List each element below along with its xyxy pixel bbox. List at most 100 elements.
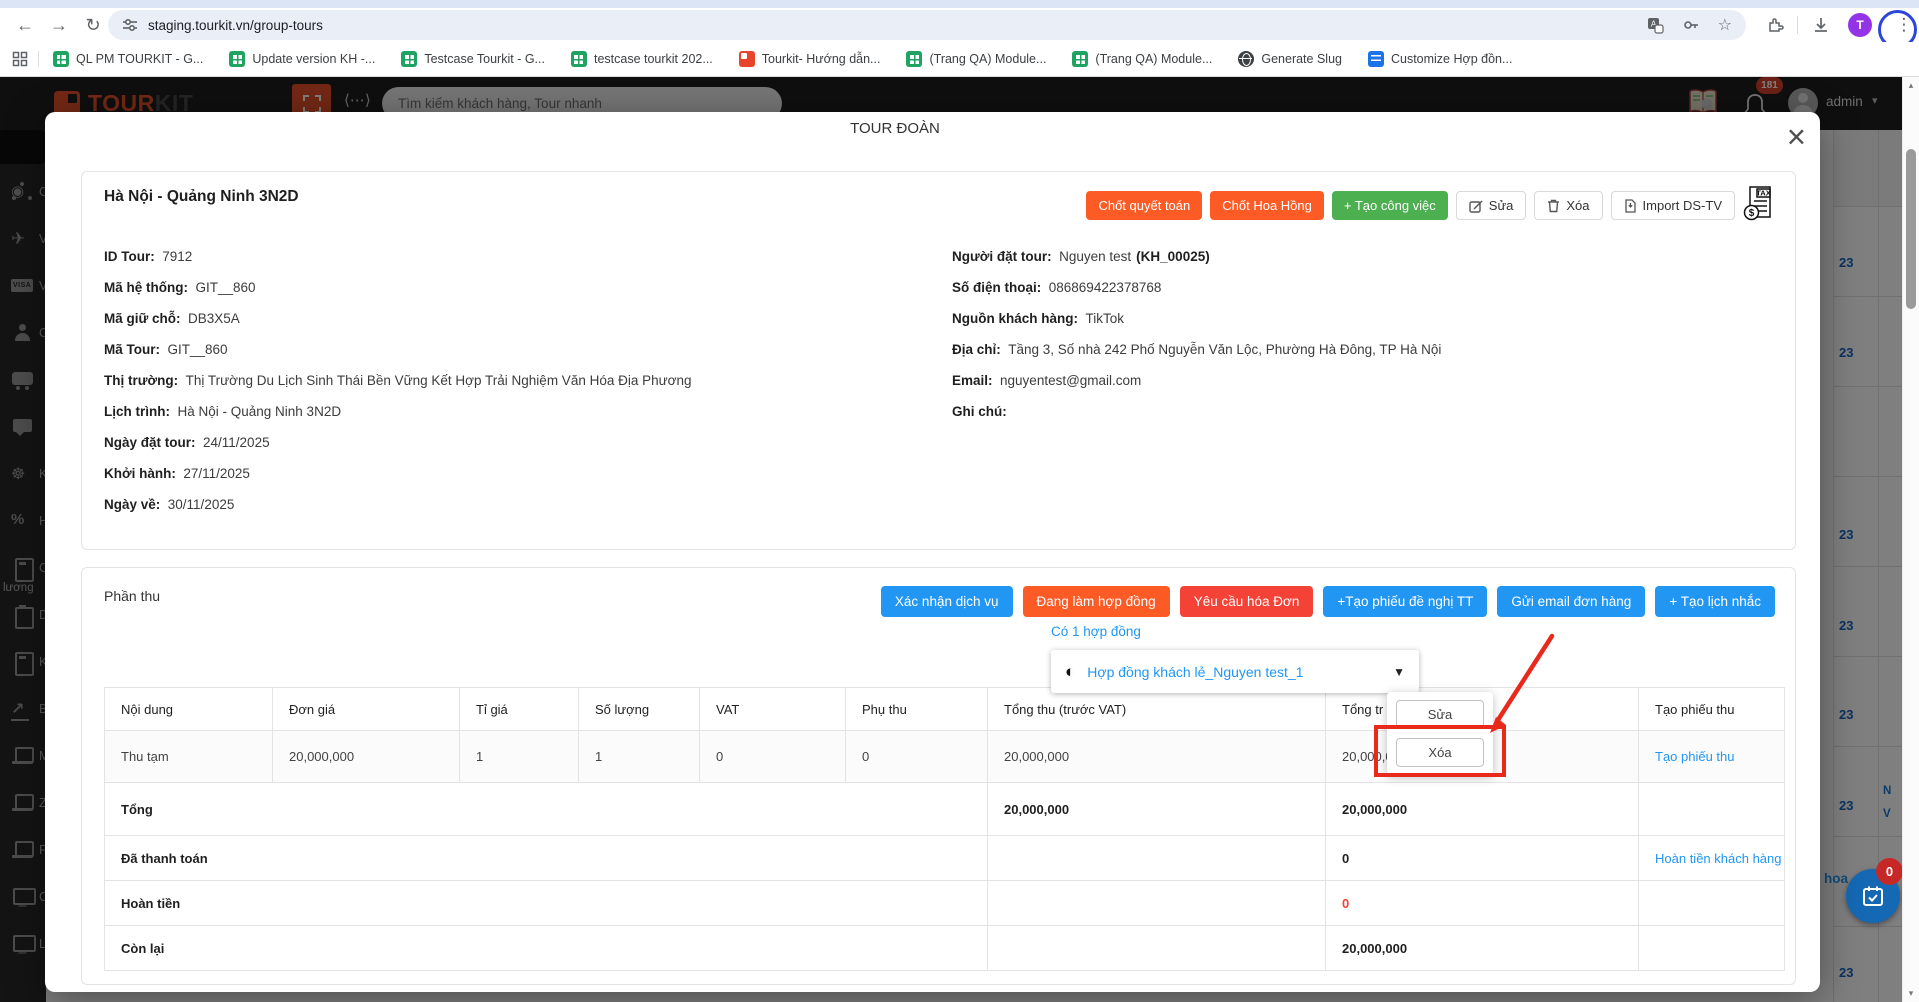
chevron-down-icon[interactable]: ▼ bbox=[1393, 665, 1405, 679]
field-value: Thị Trường Du Lịch Sinh Thái Bền Vững Kế… bbox=[186, 373, 692, 388]
back-icon[interactable]: ← bbox=[8, 8, 42, 42]
bookmark[interactable]: Tourkit- Hướng dẫn... bbox=[739, 51, 881, 67]
bookmark[interactable]: Generate Slug bbox=[1238, 51, 1342, 67]
bookmark[interactable]: testcase tourkit 202... bbox=[571, 51, 713, 67]
settle-button[interactable]: Chốt quyết toán bbox=[1086, 191, 1202, 220]
cell-unit-price: 20,000,000 bbox=[273, 731, 460, 783]
field-label: Số điện thoại bbox=[952, 280, 1049, 295]
bookmark-favicon bbox=[229, 51, 245, 67]
bookmark[interactable]: QL PM TOURKIT - G... bbox=[53, 51, 203, 67]
scrollbar-up-icon[interactable]: ▴ bbox=[1903, 80, 1919, 91]
bookmarks-bar: QL PM TOURKIT - G... Update version KH -… bbox=[0, 42, 1919, 77]
field-value-bold: (KH_00025) bbox=[1136, 249, 1210, 264]
scrollbar-thumb[interactable] bbox=[1906, 149, 1916, 309]
tour-fields-right: Người đặt tourNguyen test(KH_00025) Số đ… bbox=[952, 250, 1446, 436]
summary-label: Còn lại bbox=[105, 926, 988, 971]
revenue-action-button[interactable]: Yêu cầu hóa Đơn bbox=[1180, 586, 1314, 617]
bookmark[interactable]: (Trang QA) Module... bbox=[1072, 51, 1212, 67]
field-label: Ngày về bbox=[104, 497, 168, 512]
browser-scrollbar[interactable]: ▴ ▾ bbox=[1902, 77, 1919, 1002]
bookmark-favicon bbox=[739, 51, 755, 67]
field-row: Mã TourGIT__860 bbox=[104, 343, 692, 357]
tax-invoice-icon[interactable]: TAX $ bbox=[1743, 185, 1775, 226]
field-row: ID Tour7912 bbox=[104, 250, 692, 264]
contracts-count-link[interactable]: Có 1 hợp đồng bbox=[1051, 624, 1141, 639]
scrollbar-down-icon[interactable]: ▾ bbox=[1903, 988, 1919, 999]
create-receipt-link[interactable]: Tạo phiếu thu bbox=[1655, 749, 1735, 764]
trash-icon bbox=[1547, 199, 1560, 213]
toolbar-divider bbox=[1797, 16, 1798, 34]
bookmark[interactable]: Update version KH -... bbox=[229, 51, 375, 67]
field-label: Khởi hành bbox=[104, 466, 183, 481]
tour-fields-left: ID Tour7912 Mã hệ thốngGIT__860 Mã giữ c… bbox=[104, 250, 692, 529]
revenue-action-button[interactable]: +Tạo phiếu đề nghị TT bbox=[1323, 586, 1487, 617]
summary-row-total: Tổng 20,000,000 20,000,000 bbox=[105, 783, 1785, 836]
column-header: Tổng thu (trước VAT) bbox=[988, 688, 1326, 731]
reload-icon[interactable]: ↻ bbox=[76, 8, 110, 42]
table-header-row: Nội dung Đơn giá Tỉ giá Số lượng VAT Phụ… bbox=[105, 688, 1785, 731]
summary-pre-vat bbox=[988, 926, 1326, 971]
summary-pre-vat: 20,000,000 bbox=[988, 783, 1326, 836]
field-label: Lịch trình bbox=[104, 404, 178, 419]
password-key-icon[interactable] bbox=[1682, 16, 1700, 34]
field-row: Số điện thoại086869422378768 bbox=[952, 281, 1446, 295]
bookmark-favicon bbox=[571, 51, 587, 67]
create-task-button[interactable]: + Tạo công việc bbox=[1332, 191, 1448, 220]
bookmark[interactable]: (Trang QA) Module... bbox=[906, 51, 1046, 67]
revenue-action-button[interactable]: Gửi email đơn hàng bbox=[1497, 586, 1645, 617]
delete-button[interactable]: Xóa bbox=[1534, 191, 1602, 220]
tour-info-card: Hà Nội - Quảng Ninh 3N2D Chốt quyết toán… bbox=[81, 171, 1796, 550]
bookmark-favicon bbox=[53, 51, 69, 67]
context-edit-button[interactable]: Sửa bbox=[1396, 700, 1484, 729]
cell-quantity: 1 bbox=[579, 731, 700, 783]
summary-action bbox=[1639, 881, 1785, 926]
translate-icon[interactable]: A bbox=[1647, 17, 1664, 34]
commission-button[interactable]: Chốt Hoa Hồng bbox=[1210, 191, 1324, 220]
bookmark-favicon bbox=[401, 51, 417, 67]
bookmark[interactable]: Customize Hợp đồn... bbox=[1368, 51, 1512, 67]
summary-row-paid: Đã thanh toán 0 Hoàn tiền khách hàng bbox=[105, 836, 1785, 881]
field-row: Người đặt tourNguyen test(KH_00025) bbox=[952, 250, 1446, 264]
browser-profile-avatar[interactable]: T bbox=[1848, 13, 1872, 37]
field-row: Mã hệ thốngGIT__860 bbox=[104, 281, 692, 295]
address-bar[interactable]: staging.tourkit.vn/group-tours A ☆ bbox=[108, 10, 1746, 40]
bookmark-label: Testcase Tourkit - G... bbox=[424, 52, 545, 66]
download-icon[interactable] bbox=[1812, 16, 1830, 34]
context-delete-button[interactable]: Xóa bbox=[1396, 738, 1484, 767]
bookmark-label: QL PM TOURKIT - G... bbox=[76, 52, 203, 66]
summary-row-refund: Hoàn tiền 0 bbox=[105, 881, 1785, 926]
close-icon[interactable]: × bbox=[1787, 120, 1806, 153]
svg-text:$: $ bbox=[1749, 208, 1755, 219]
field-value: DB3X5A bbox=[188, 311, 240, 326]
field-label: Mã Tour bbox=[104, 342, 168, 357]
apps-grid-icon[interactable] bbox=[12, 51, 28, 67]
bookmark-star-icon[interactable]: ☆ bbox=[1718, 15, 1732, 35]
cell-action: Tạo phiếu thu bbox=[1639, 731, 1785, 783]
refund-customer-link[interactable]: Hoàn tiền khách hàng bbox=[1655, 851, 1781, 866]
bookmark-label: Generate Slug bbox=[1261, 52, 1342, 66]
bookmark[interactable]: Testcase Tourkit - G... bbox=[401, 51, 545, 67]
revenue-action-button[interactable]: + Tạo lịch nhắc bbox=[1655, 586, 1775, 617]
tab-strip bbox=[0, 0, 1919, 8]
field-label: Ngày đặt tour bbox=[104, 435, 203, 450]
bookmark-favicon bbox=[906, 51, 922, 67]
revenue-action-button[interactable]: Đang làm hợp đồng bbox=[1023, 586, 1170, 617]
field-value: TikTok bbox=[1086, 311, 1125, 326]
revenue-action-button[interactable]: Xác nhận dịch vụ bbox=[881, 586, 1013, 617]
field-value: Tầng 3, Số nhà 242 Phố Nguyễn Văn Lộc, P… bbox=[1008, 342, 1441, 357]
import-button[interactable]: Import DS-TV bbox=[1611, 191, 1735, 220]
browser-menu-icon[interactable]: ⋮ bbox=[1890, 8, 1918, 42]
extensions-icon[interactable] bbox=[1766, 16, 1784, 34]
field-row: Emailnguyentest@gmail.com bbox=[952, 374, 1446, 388]
field-row: Mã giữ chỗDB3X5A bbox=[104, 312, 692, 326]
forward-icon[interactable]: → bbox=[42, 8, 76, 42]
site-settings-icon[interactable] bbox=[122, 17, 138, 33]
cell-content: Thu tạm bbox=[105, 731, 273, 783]
revenue-table: Nội dung Đơn giá Tỉ giá Số lượng VAT Phụ… bbox=[104, 687, 1785, 971]
cell-exchange-rate: 1 bbox=[460, 731, 579, 783]
field-row: Nguồn khách hàngTikTok bbox=[952, 312, 1446, 326]
bookmark-favicon bbox=[1368, 51, 1384, 67]
edit-button[interactable]: Sửa bbox=[1456, 191, 1527, 220]
contract-dropdown[interactable]: ◐ Hợp đồng khách lẻ_Nguyen test_1 ▼ bbox=[1051, 650, 1419, 693]
field-row: Khởi hành27/11/2025 bbox=[104, 467, 692, 481]
